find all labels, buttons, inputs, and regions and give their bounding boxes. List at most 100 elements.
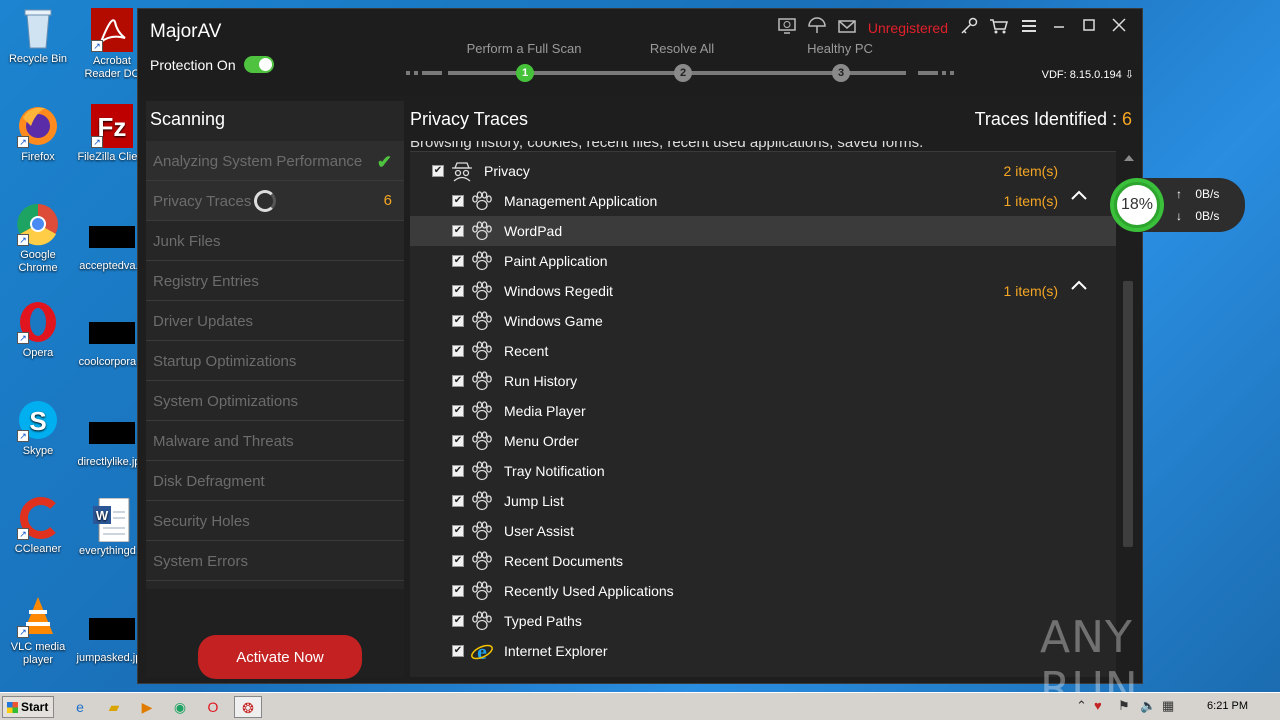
tree-row[interactable]: ✔ Run History (410, 366, 1116, 396)
vlc-shortcut[interactable]: ↗ VLC media player (0, 594, 76, 667)
close-icon[interactable] (1104, 17, 1134, 39)
scan-item-label: Security Holes (153, 513, 250, 530)
download-speed: ↓ 0B/s (1176, 209, 1219, 223)
network-icon[interactable]: ▦ (1162, 698, 1174, 714)
download-icon[interactable]: ⇩ (1125, 69, 1134, 81)
tree-row[interactable]: ✔ User Assist (410, 516, 1116, 546)
tree-row[interactable]: ✔ Management Application 1 item(s) (410, 186, 1116, 216)
progress-dash (942, 71, 946, 75)
row-checkbox[interactable]: ✔ (452, 345, 464, 357)
protection-toggle[interactable] (243, 56, 274, 73)
start-button[interactable]: Start (2, 696, 54, 718)
svg-text:W: W (96, 508, 109, 523)
paw-print-icon (470, 430, 494, 452)
volume-icon[interactable]: 🔈 (1140, 698, 1156, 714)
tree-row[interactable]: ✔ Recent Documents (410, 546, 1116, 576)
majorav-taskbar-icon[interactable]: ❂ (234, 696, 262, 718)
row-checkbox[interactable]: ✔ (452, 495, 464, 507)
row-checkbox[interactable]: ✔ (452, 225, 464, 237)
traces-label: Traces Identified : (974, 109, 1122, 129)
row-checkbox[interactable]: ✔ (452, 465, 464, 477)
paw-print-icon (470, 190, 494, 212)
paw-print-icon (470, 280, 494, 302)
scroll-thumb[interactable] (1123, 281, 1133, 547)
window-toolbar: Unregistered (772, 17, 1134, 39)
step-label-scan: Perform a Full Scan (466, 41, 582, 56)
title-bar: MajorAV Protection On Perform a Full Sca… (138, 9, 1142, 95)
row-checkbox[interactable]: ✔ (452, 255, 464, 267)
row-checkbox[interactable]: ✔ (452, 615, 464, 627)
row-label: User Assist (504, 523, 575, 539)
folder-taskbar-icon[interactable]: ▰ (100, 696, 128, 718)
scanning-panel: Scanning Analyzing System Performance ✔ … (146, 101, 404, 679)
minimize-icon[interactable] (1044, 17, 1074, 39)
tree-row[interactable]: ✔ Windows Game (410, 306, 1116, 336)
opera-shortcut[interactable]: ↗ Opera (0, 300, 76, 360)
majorav-window: MajorAV Protection On Perform a Full Sca… (137, 8, 1143, 684)
row-checkbox[interactable]: ✔ (452, 405, 464, 417)
mail-icon[interactable] (832, 17, 862, 39)
collapse-chevron-icon[interactable] (1070, 278, 1088, 297)
paw-print-icon (470, 580, 494, 602)
tree-row[interactable]: ✔ Recent (410, 336, 1116, 366)
tree-row[interactable]: ✔ Media Player (410, 396, 1116, 426)
tree-row[interactable]: ✔ Tray Notification (410, 456, 1116, 486)
privacy-tree: ✔ Privacy 2 item(s) ✔ Management Application… (410, 151, 1116, 677)
skype-shortcut[interactable]: S ↗ Skype (0, 398, 76, 458)
recycle-bin-icon (15, 6, 61, 50)
row-label: Tray Notification (504, 463, 605, 479)
scan-item-malware: Malware and Threats (146, 421, 404, 461)
row-checkbox[interactable]: ✔ (452, 555, 464, 567)
tree-row[interactable]: ✔ Jump List (410, 486, 1116, 516)
tree-row[interactable]: ✔ Menu Order (410, 426, 1116, 456)
tree-row[interactable]: ✔ e Internet Explorer (410, 636, 1116, 666)
row-checkbox[interactable]: ✔ (452, 645, 464, 657)
opera-taskbar-icon[interactable]: O (199, 696, 227, 718)
cart-icon[interactable] (984, 17, 1014, 39)
recycle-bin-shortcut[interactable]: Recycle Bin (0, 6, 76, 66)
scroll-up-arrow-icon[interactable] (1124, 155, 1134, 161)
traces-identified: Traces Identified : 6 (975, 109, 1132, 130)
row-checkbox[interactable]: ✔ (452, 195, 464, 207)
row-checkbox[interactable]: ✔ (452, 285, 464, 297)
ccleaner-shortcut[interactable]: ↗ CCleaner (0, 496, 76, 556)
row-label: Recently Used Applications (504, 583, 674, 599)
row-checkbox[interactable]: ✔ (432, 165, 444, 177)
row-checkbox[interactable]: ✔ (452, 525, 464, 537)
row-checkbox[interactable]: ✔ (452, 585, 464, 597)
key-icon[interactable] (954, 17, 984, 39)
row-checkbox[interactable]: ✔ (452, 375, 464, 387)
monitor-icon[interactable] (772, 17, 802, 39)
paw-print-icon (470, 520, 494, 542)
tree-group-privacy[interactable]: ✔ Privacy 2 item(s) (410, 156, 1116, 186)
progress-dash (950, 71, 954, 75)
menu-icon[interactable] (1014, 17, 1044, 39)
clock[interactable]: 6:21 PM (1207, 700, 1248, 712)
tree-row[interactable]: ✔ Paint Application (410, 246, 1116, 276)
chrome-taskbar-icon[interactable]: ◉ (166, 696, 194, 718)
row-checkbox[interactable]: ✔ (452, 315, 464, 327)
collapse-chevron-icon[interactable] (1070, 188, 1088, 207)
umbrella-icon[interactable] (802, 17, 832, 39)
tree-row[interactable]: ✔ WordPad (410, 216, 1116, 246)
spy-icon (450, 160, 474, 182)
tree-row[interactable]: ✔ Typed Paths (410, 606, 1116, 636)
network-widget[interactable]: 18% ↑ 0B/s ↓ 0B/s (1110, 178, 1245, 232)
firefox-shortcut[interactable]: ↗ Firefox (0, 104, 76, 164)
loading-spinner-icon (254, 190, 276, 212)
flag-icon[interactable]: ⚑ (1118, 698, 1130, 714)
unregistered-link[interactable]: Unregistered (868, 20, 948, 36)
majorav-tray-icon[interactable]: ♥ (1094, 698, 1102, 713)
desktop-icon-label: Firefox (21, 151, 55, 163)
upload-speed: ↑ 0B/s (1176, 187, 1219, 201)
chrome-shortcut[interactable]: ↗ Google Chrome (0, 202, 76, 275)
progress-dash (406, 71, 410, 75)
maximize-icon[interactable] (1074, 17, 1104, 39)
tree-row[interactable]: ✔ Windows Regedit 1 item(s) (410, 276, 1116, 306)
row-checkbox[interactable]: ✔ (452, 435, 464, 447)
activate-now-button[interactable]: Activate Now (198, 635, 362, 679)
ie-taskbar-icon[interactable]: e (66, 696, 94, 718)
tray-expand-icon[interactable]: ⌃ (1076, 698, 1087, 714)
tree-row[interactable]: ✔ Recently Used Applications (410, 576, 1116, 606)
media-taskbar-icon[interactable]: ▶ (133, 696, 161, 718)
